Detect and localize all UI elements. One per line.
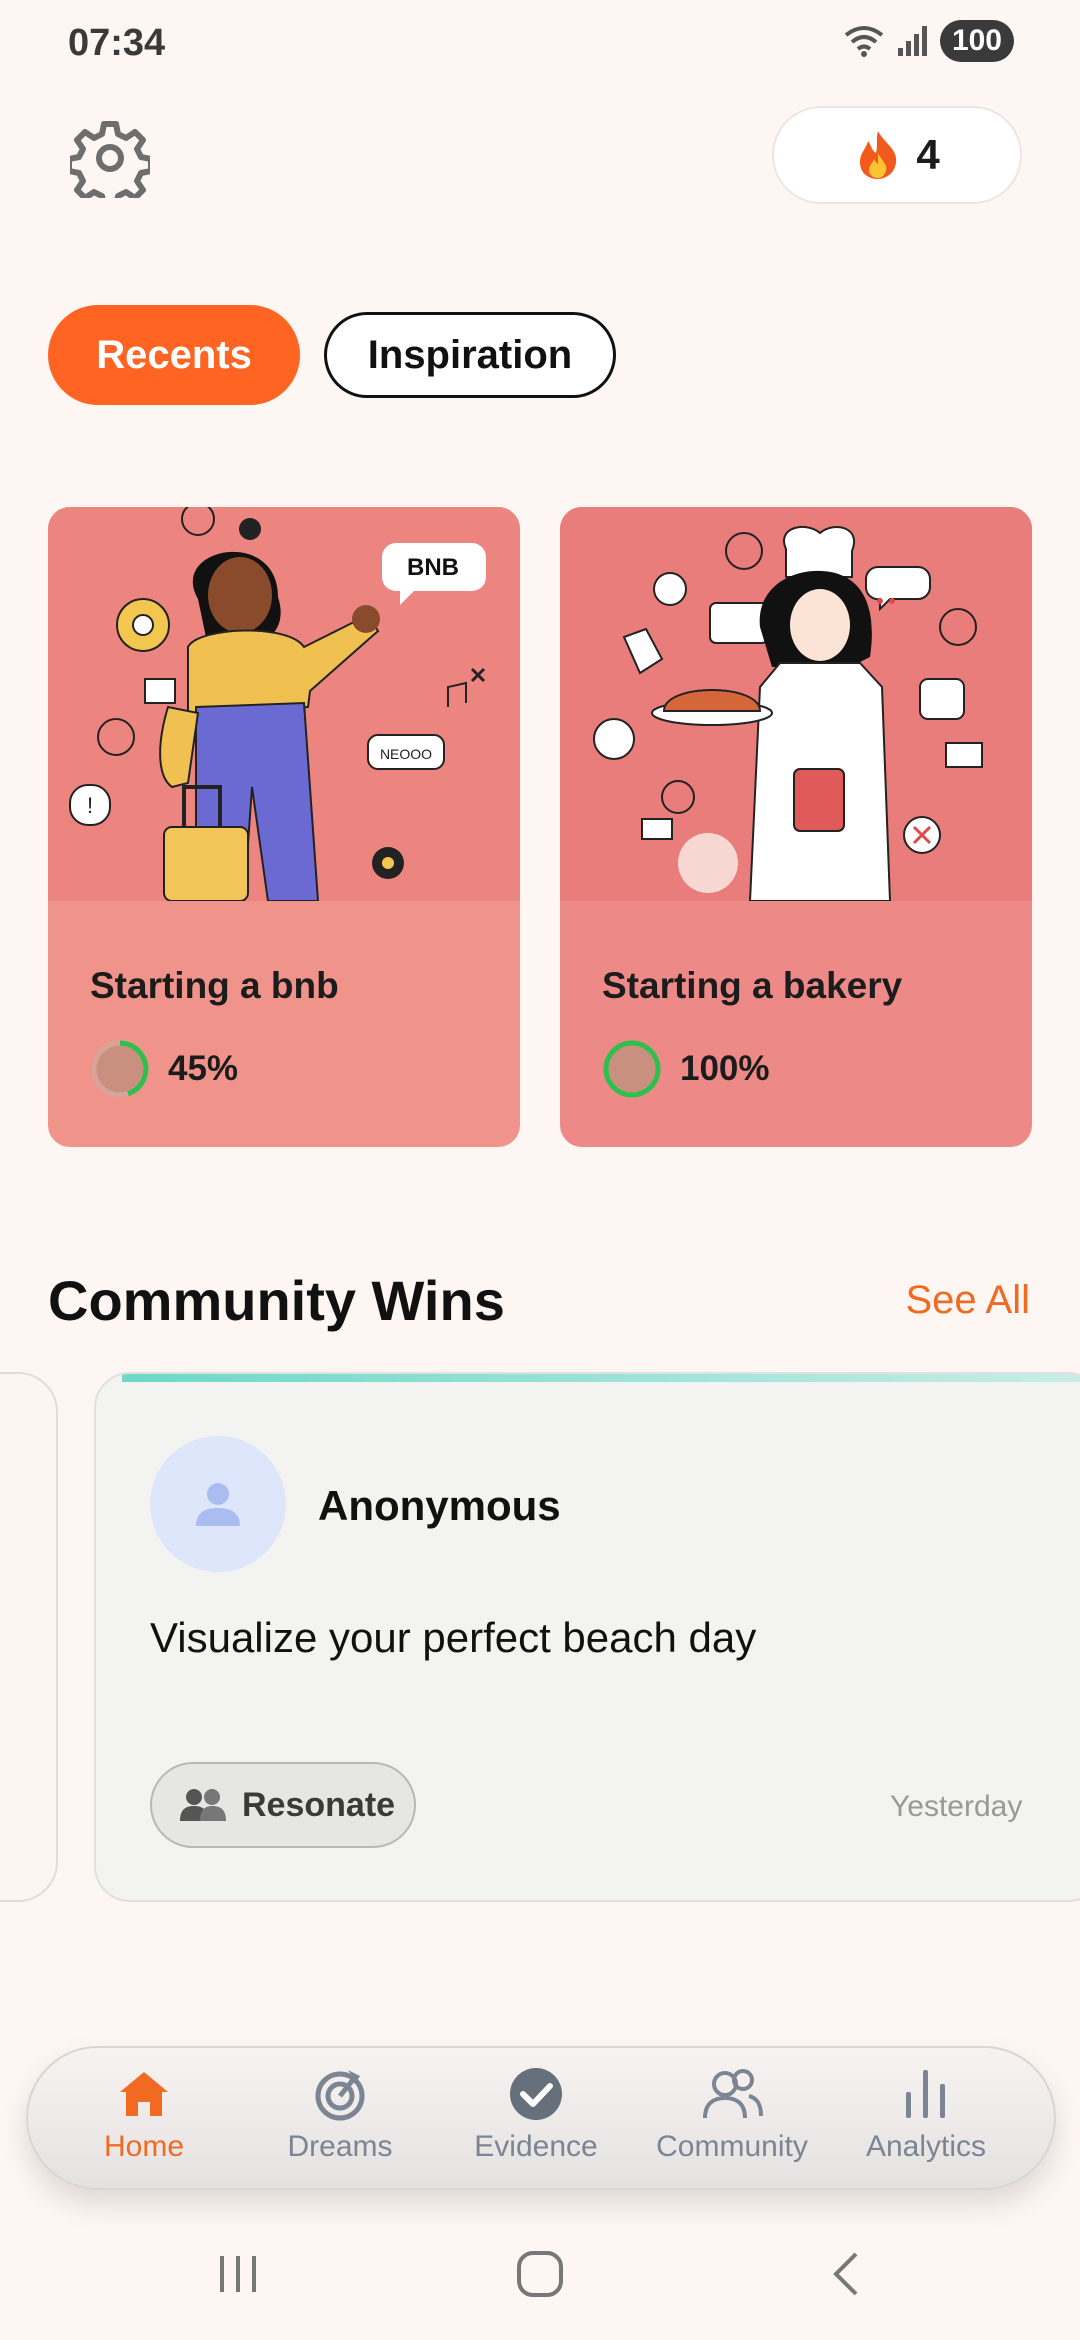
dream-card-bakery[interactable]: Starting a bakery 100% (560, 507, 1032, 1147)
nav-label: Analytics (865, 2130, 987, 2163)
nav-item-evidence[interactable]: Evidence (438, 2066, 634, 2164)
check-circle-icon (510, 2068, 562, 2120)
card-title: Starting a bnb (90, 965, 339, 1006)
previous-win-card[interactable] (0, 1372, 58, 1902)
nav-label: Evidence (474, 2130, 598, 2163)
tab-bar: Recents Inspiration (48, 305, 616, 405)
progress-percent: 45% (168, 1049, 239, 1088)
status-icons: 100 (842, 20, 1014, 62)
settings-button[interactable] (66, 118, 154, 209)
community-win-card[interactable]: Anonymous Visualize your perfect beach d… (94, 1372, 1080, 1902)
nav-item-analytics[interactable]: Analytics (828, 2066, 1024, 2164)
section-title-community-wins: Community Wins (48, 1269, 505, 1332)
home-button-icon[interactable] (514, 2248, 566, 2300)
avatar (150, 1436, 286, 1572)
status-time: 07:34 (68, 22, 166, 64)
bar-chart-icon (906, 2070, 945, 2118)
card-body-bnb: Starting a bnb 45% (48, 901, 520, 1147)
nav-label: Home (103, 2130, 185, 2163)
wifi-icon (844, 26, 884, 57)
svg-text:!: ! (87, 793, 93, 818)
bottom-nav: Home Dreams Evidence Community Analytics (26, 2046, 1056, 2190)
users-icon (703, 2069, 763, 2119)
progress-ring (91, 1040, 149, 1098)
card-accent-bar (122, 1374, 1080, 1382)
card-title: Starting a bakery (602, 965, 903, 1006)
nav-label: Community (656, 2130, 808, 2163)
progress-indicator: 45% (90, 1039, 478, 1099)
win-timestamp: Yesterday (890, 1790, 1023, 1823)
gear-icon (66, 121, 154, 209)
dream-card-bnb[interactable]: ! NEOOO BNB Starting a bnb 45% (48, 507, 520, 1147)
win-author: Anonymous (318, 1482, 561, 1529)
fire-icon (860, 131, 897, 179)
recent-apps-icon[interactable] (214, 2250, 262, 2298)
nav-label: Dreams (287, 2130, 393, 2163)
nav-item-dreams[interactable]: Dreams (242, 2066, 438, 2164)
person-icon (196, 1483, 240, 1526)
tab-recents[interactable]: Recents (48, 305, 300, 405)
image-tag-neooo: NEOOO (380, 746, 432, 762)
battery-indicator: 100 (939, 20, 1014, 62)
card-illustration-bnb: ! NEOOO BNB (48, 507, 520, 902)
signal-icon (897, 26, 927, 56)
nav-item-community[interactable]: Community (634, 2066, 830, 2164)
resonate-button[interactable]: Resonate (150, 1762, 416, 1848)
target-icon (315, 2070, 365, 2121)
resonate-label: Resonate (242, 1785, 396, 1824)
home-icon (120, 2072, 168, 2116)
progress-indicator: 100% (602, 1039, 990, 1099)
progress-ring (603, 1040, 661, 1098)
streak-counter[interactable]: 4 (772, 106, 1022, 204)
progress-percent: 100% (680, 1049, 770, 1088)
status-bar: 07:34 100 (0, 0, 1080, 84)
system-navigation-bar (0, 2220, 1080, 2330)
win-text: Visualize your perfect beach day (150, 1614, 757, 1661)
see-all-link[interactable]: See All (905, 1278, 1030, 1323)
image-badge-bnb: BNB (407, 554, 459, 581)
card-illustration-bakery (560, 507, 1032, 902)
card-body-bakery: Starting a bakery 100% (560, 901, 1032, 1147)
nav-item-home[interactable]: Home (46, 2066, 242, 2164)
tab-inspiration[interactable]: Inspiration (324, 312, 616, 398)
back-icon[interactable] (826, 2250, 866, 2298)
streak-count: 4 (916, 131, 940, 178)
users-icon (180, 1789, 226, 1821)
